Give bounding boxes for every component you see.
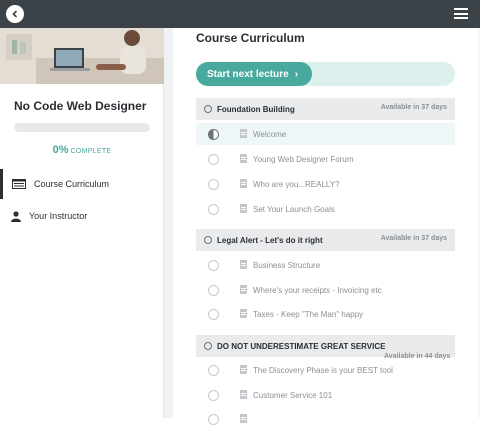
lecture-title: Who are you...REALLY? [253,179,340,189]
lecture-item[interactable]: Set Your Launch Goals [196,198,455,220]
nav-your-instructor[interactable]: Your Instructor [0,201,164,231]
chevron-right-icon: › [294,68,299,80]
incomplete-circle-icon [208,203,219,215]
document-icon [240,179,247,188]
document-icon [240,309,247,318]
progress-bar [14,123,150,132]
section-header[interactable]: Legal Alert - Let's do it right Availabl… [196,229,455,251]
document-icon [240,390,247,399]
lecture-title: Welcome [253,129,287,139]
section-header[interactable]: Foundation Building Available in 37 days [196,98,455,120]
incomplete-circle-icon [208,284,219,296]
course-title: No Code Web Designer [14,99,147,113]
main-content: Course Curriculum Start next lecture › F… [164,28,480,425]
hamburger-menu-icon[interactable] [454,8,468,19]
incomplete-circle-icon [208,178,219,190]
progress-summary: 0% COMPLETE [0,140,164,158]
incomplete-circle-icon [208,364,219,376]
section-availability: Available in 37 days [380,104,447,111]
lecture-item[interactable]: Customer Service 101 [196,384,455,406]
section-title: DO NOT UNDERESTIMATE GREAT SERVICE [217,341,386,351]
nav-label: Course Curriculum [34,179,110,189]
half-complete-icon [208,128,219,140]
lecture-item[interactable]: Taxes - Keep "The Man" happy [196,303,455,325]
user-icon [11,210,21,222]
incomplete-circle-icon [208,413,219,425]
incomplete-circle-icon [208,259,219,271]
progress-label: COMPLETE [70,148,112,155]
document-icon [240,414,247,423]
lecture-title: Taxes - Keep "The Man" happy [253,309,364,319]
lecture-title: The Discovery Phase is your BEST tool [253,365,393,375]
back-button[interactable] [6,5,24,23]
document-icon [240,129,247,138]
incomplete-circle-icon [208,308,219,320]
document-icon [240,285,247,294]
incomplete-circle-icon [208,389,219,401]
start-button-label: Start next lecture [207,68,289,80]
lecture-item[interactable] [196,408,455,430]
incomplete-circle-icon [208,153,219,165]
document-icon [240,204,247,213]
nav-course-curriculum[interactable]: Course Curriculum [0,169,164,199]
clock-icon [204,342,212,350]
lecture-title: Set Your Launch Goals [253,204,335,214]
section-availability: Available in 37 days [380,235,447,242]
section-title: Legal Alert - Let's do it right [217,235,323,245]
document-icon [240,154,247,163]
lecture-item[interactable]: Young Web Designer Forum [196,148,455,170]
chevron-left-icon [12,10,18,18]
lecture-item[interactable]: Business Structure [196,254,455,276]
lecture-item[interactable]: Welcome [196,123,455,145]
document-icon [240,365,247,374]
clock-icon [204,105,212,113]
lecture-title: Business Structure [253,260,321,270]
lecture-item[interactable]: Who are you...REALLY? [196,173,455,195]
document-icon [240,260,247,269]
nav-label: Your Instructor [29,211,88,221]
progress-percent: 0% [52,144,69,156]
lecture-item[interactable]: Where's your receipts - Invoicing etc [196,279,455,301]
curriculum-icon [12,179,26,189]
lecture-item[interactable]: The Discovery Phase is your BEST tool [196,359,455,381]
page-title: Course Curriculum [196,31,305,45]
course-hero-image [0,28,164,84]
clock-icon [204,236,212,244]
top-bar [0,0,480,28]
lecture-title: Customer Service 101 [253,390,333,400]
lecture-title: Young Web Designer Forum [253,154,354,164]
start-next-lecture-button[interactable]: Start next lecture › [196,62,312,86]
lecture-title: Where's your receipts - Invoicing etc [253,285,382,295]
sidebar: No Code Web Designer 0% COMPLETE Course C… [0,28,164,418]
section-title: Foundation Building [217,104,295,114]
